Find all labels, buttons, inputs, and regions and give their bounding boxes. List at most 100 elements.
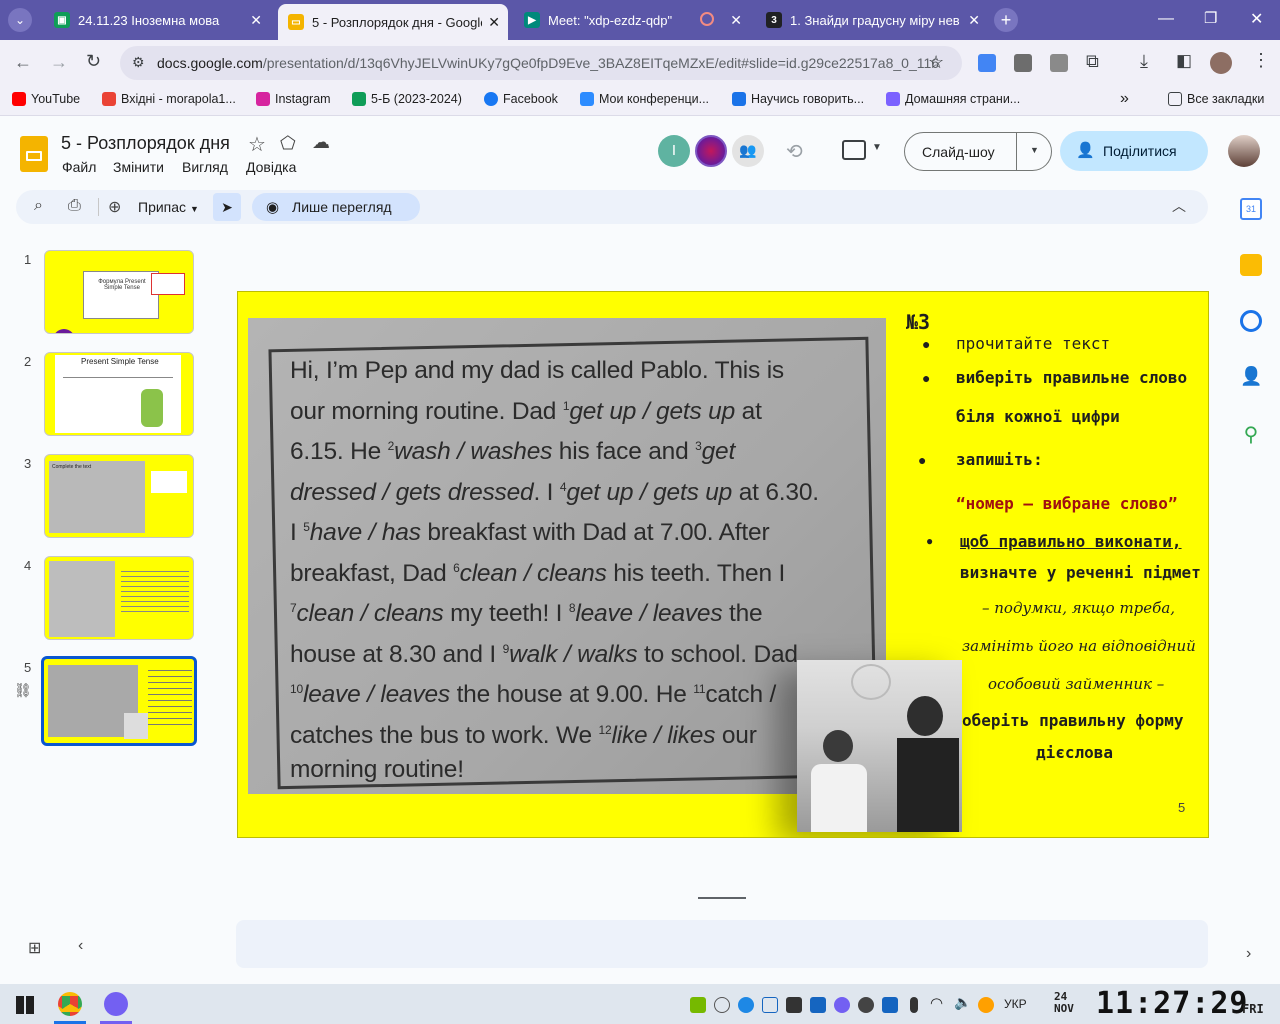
menu-file[interactable]: Файл	[62, 159, 96, 175]
chevron-down-icon[interactable]: ▼	[1030, 145, 1039, 155]
start-icon[interactable]	[16, 996, 34, 1014]
bookmark-zoom[interactable]: Мои конференци...	[580, 92, 709, 106]
select-tool-icon[interactable]: ➤	[213, 193, 241, 221]
document-title[interactable]: 5 - Розплорядок дня	[61, 133, 230, 154]
close-window-button[interactable]: ✕	[1250, 9, 1263, 29]
tab-search-button[interactable]: ⌄	[8, 8, 32, 32]
clock-time[interactable]: 11:27:29	[1096, 986, 1249, 1021]
slide-thumbnail-3[interactable]: Complete the text	[44, 454, 194, 538]
site-info-icon[interactable]: ⚙	[132, 54, 145, 71]
sync-icon[interactable]	[738, 997, 754, 1013]
tab-homework[interactable]: 3 1. Знайди градусну міру невід ✕	[756, 6, 988, 34]
maps-icon[interactable]: ⚲	[1240, 422, 1262, 446]
bookmark-classroom[interactable]: 5-Б (2023-2024)	[352, 92, 462, 106]
grid-view-icon[interactable]: ⊞	[28, 938, 41, 958]
bookmark-gmail[interactable]: Вхідні - morapola1...	[102, 92, 236, 106]
cloud-saved-icon[interactable]: ☁	[312, 132, 330, 153]
bluetooth-icon[interactable]	[882, 997, 898, 1013]
collaborator-avatar[interactable]: I	[658, 135, 690, 167]
calendar-icon[interactable]: 31	[1240, 198, 1262, 220]
viber-icon[interactable]	[104, 992, 128, 1016]
back-icon[interactable]: ←	[14, 52, 32, 73]
slide-thumbnail-2[interactable]: Present Simple Tense	[44, 352, 194, 436]
meet-call-icon[interactable]	[842, 140, 866, 160]
globe-icon[interactable]	[714, 997, 730, 1013]
language-indicator[interactable]: УКР	[1004, 997, 1027, 1011]
bookmarks-overflow-icon[interactable]: »	[1120, 90, 1129, 108]
contacts-icon[interactable]: 👤	[1240, 366, 1262, 388]
view-only-chip[interactable]: ◉ Лише перегляд	[252, 193, 420, 221]
keep-icon[interactable]	[1240, 254, 1262, 276]
reload-icon[interactable]: ↻	[86, 51, 101, 72]
tab-title: Meet: "xdp-ezdz-qdp"	[548, 12, 673, 28]
close-icon[interactable]: ✕	[730, 12, 742, 29]
language-tray-icon[interactable]	[978, 997, 994, 1013]
slideshow-button[interactable]: Слайд-шоу ▼	[904, 132, 1052, 171]
clock-day[interactable]: FRI	[1242, 1002, 1264, 1016]
slide-thumbnail-5-selected[interactable]	[41, 656, 197, 746]
star-icon[interactable]: ☆	[248, 132, 266, 157]
bookmark-instagram[interactable]: Instagram	[256, 92, 331, 106]
snip-icon[interactable]	[762, 997, 778, 1013]
slide-thumbnail-1[interactable]: Формула Present Simple Tense	[44, 250, 194, 334]
close-icon[interactable]: ✕	[488, 14, 500, 31]
chrome-icon[interactable]	[58, 992, 82, 1016]
side-panel-icon[interactable]: ◧	[1176, 51, 1192, 71]
move-icon[interactable]: ⬠	[280, 133, 296, 154]
bookmark-label: Мои конференци...	[599, 92, 710, 106]
bookmark-youtube[interactable]: YouTube	[12, 92, 80, 106]
tab-slides[interactable]: ▭ 5 - Розплорядок дня - Google ✕	[278, 4, 508, 40]
account-avatar[interactable]	[1228, 135, 1260, 167]
viber-tray-icon[interactable]	[834, 997, 850, 1013]
volume-icon[interactable]: 🔈	[954, 994, 971, 1011]
tab-classroom[interactable]: ▣ 24.11.23 Іноземна мова ✕	[44, 6, 270, 34]
share-button[interactable]: 👤 Поділитися	[1060, 131, 1208, 171]
microphone-icon[interactable]	[910, 997, 918, 1013]
collapse-filmstrip-icon[interactable]: ‹	[78, 937, 83, 955]
translate-icon[interactable]	[978, 54, 996, 72]
tray-app-icon[interactable]	[810, 997, 826, 1013]
bookmark-facebook[interactable]: Facebook	[484, 92, 558, 106]
tray-app-icon[interactable]	[858, 997, 874, 1013]
notes-resize-handle[interactable]	[698, 897, 746, 899]
restore-button[interactable]: ❐	[1204, 9, 1217, 27]
zoom-select[interactable]: Припас ▼	[138, 199, 199, 215]
bookmark-home[interactable]: Домашняя страни...	[886, 92, 1020, 106]
browser-menu-icon[interactable]: ⋮	[1252, 50, 1270, 71]
extension-icon[interactable]	[1014, 54, 1032, 72]
bookmark-learn[interactable]: Научись говорить...	[732, 92, 864, 106]
tray-app-icon[interactable]	[786, 997, 802, 1013]
zoom-icon[interactable]: ⊕	[108, 197, 121, 217]
version-history-icon[interactable]: ⟲	[786, 139, 803, 164]
close-icon[interactable]: ✕	[250, 12, 262, 29]
tab-meet[interactable]: ▶ Meet: "xdp-ezdz-qdp" ✕	[514, 6, 750, 34]
extension-icon[interactable]	[1050, 54, 1068, 72]
forward-icon[interactable]: →	[50, 52, 68, 73]
nvidia-icon[interactable]	[690, 997, 706, 1013]
print-icon[interactable]: ⎙	[68, 197, 81, 215]
all-bookmarks[interactable]: Все закладки	[1168, 92, 1264, 106]
chevron-down-icon[interactable]: ▼	[872, 142, 882, 153]
address-bar[interactable]: ⚙ docs.google.com/presentation/d/13q6Vhy…	[120, 46, 962, 80]
speaker-notes-panel[interactable]	[236, 920, 1208, 968]
extensions-puzzle-icon[interactable]: ⧉	[1086, 51, 1099, 72]
collaborator-avatar[interactable]	[695, 135, 727, 167]
wifi-icon[interactable]: ◠	[930, 994, 943, 1012]
download-icon[interactable]: ⤓	[1140, 51, 1148, 72]
menu-help[interactable]: Довідка	[246, 159, 296, 175]
clock-date[interactable]: 24 NOV	[1054, 991, 1084, 1015]
profile-avatar[interactable]	[1210, 52, 1232, 74]
google-slides-logo-icon[interactable]	[20, 136, 48, 172]
more-collaborators-icon[interactable]: 👥	[732, 135, 764, 167]
minimize-button[interactable]: —	[1158, 10, 1174, 28]
new-tab-button[interactable]: +	[994, 8, 1018, 32]
instruction-line: “номер – вибране слово”	[956, 494, 1178, 513]
bookmark-star-icon[interactable]: ☆	[928, 52, 944, 73]
tasks-icon[interactable]	[1240, 310, 1262, 332]
slide-thumbnail-4[interactable]	[44, 556, 194, 640]
close-icon[interactable]: ✕	[968, 12, 980, 29]
collapse-toolbar-icon[interactable]: ︿	[1172, 196, 1186, 216]
menu-view[interactable]: Вигляд	[182, 159, 228, 175]
search-menus-icon[interactable]: ⌕	[34, 197, 43, 215]
menu-edit[interactable]: Змінити	[113, 159, 164, 175]
